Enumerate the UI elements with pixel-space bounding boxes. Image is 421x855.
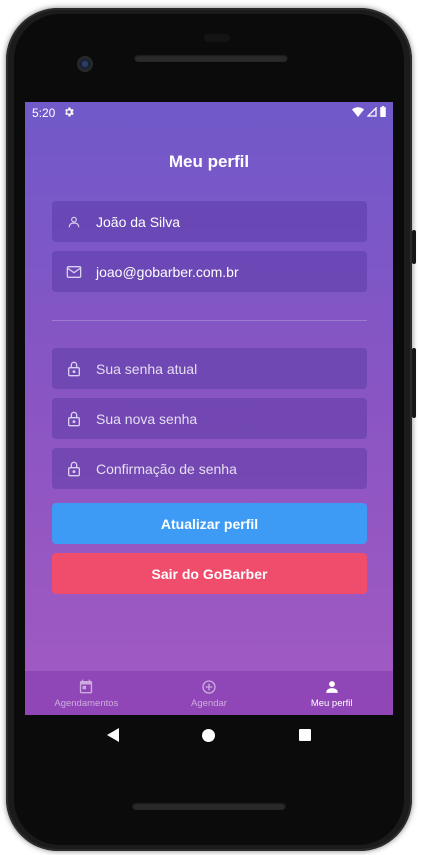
tab-agendamentos-label: Agendamentos xyxy=(54,697,119,709)
recent-apps-icon[interactable] xyxy=(299,729,312,741)
current-password-input[interactable] xyxy=(96,360,336,377)
status-bar: 5:20 xyxy=(25,102,393,124)
name-value[interactable]: João da Silva xyxy=(96,214,180,230)
battery-icon xyxy=(380,106,386,120)
add-circle-icon xyxy=(201,678,217,696)
lock-icon xyxy=(66,411,82,427)
android-nav-bar xyxy=(25,715,393,755)
update-profile-button[interactable]: Atualizar perfil xyxy=(52,503,367,544)
front-camera xyxy=(77,56,93,72)
status-time: 5:20 xyxy=(32,106,56,120)
signal-icon xyxy=(366,106,377,120)
user-icon xyxy=(66,214,82,230)
tab-meu-perfil[interactable]: Meu perfil xyxy=(270,671,393,715)
tab-agendar[interactable]: Agendar xyxy=(148,671,271,715)
home-icon[interactable] xyxy=(202,728,216,742)
wifi-icon xyxy=(352,106,364,120)
app-screen: 5:20 Meu perfil João da Silva joao@gobar… xyxy=(25,102,393,715)
tab-meu-perfil-label: Meu perfil xyxy=(310,697,353,709)
section-divider xyxy=(52,320,367,321)
name-field[interactable]: João da Silva xyxy=(52,201,367,242)
email-value[interactable]: joao@gobarber.com.br xyxy=(96,264,239,280)
lock-icon xyxy=(66,361,82,377)
tab-agendar-label: Agendar xyxy=(191,697,227,709)
lock-icon xyxy=(66,461,82,477)
confirm-password-input[interactable] xyxy=(96,460,336,477)
calendar-icon xyxy=(79,678,93,696)
logout-button[interactable]: Sair do GoBarber xyxy=(52,553,367,594)
bottom-speaker xyxy=(132,802,286,810)
new-password-field[interactable] xyxy=(52,398,367,439)
tab-agendamentos[interactable]: Agendamentos xyxy=(25,671,148,715)
bottom-tab-bar: Agendamentos Agendar Meu perfil xyxy=(25,671,393,715)
status-icons xyxy=(352,106,386,120)
volume-button xyxy=(412,348,416,418)
top-speaker xyxy=(134,54,288,62)
confirm-password-field[interactable] xyxy=(52,448,367,489)
current-password-field[interactable] xyxy=(52,348,367,389)
back-icon[interactable] xyxy=(106,728,119,742)
proximity-sensor xyxy=(204,34,230,42)
power-button xyxy=(412,230,416,264)
mail-icon xyxy=(66,264,82,280)
page-title: Meu perfil xyxy=(168,152,250,171)
person-icon xyxy=(325,678,339,696)
email-field[interactable]: joao@gobarber.com.br xyxy=(52,251,367,292)
new-password-input[interactable] xyxy=(96,410,336,427)
settings-gear-icon xyxy=(63,106,75,121)
